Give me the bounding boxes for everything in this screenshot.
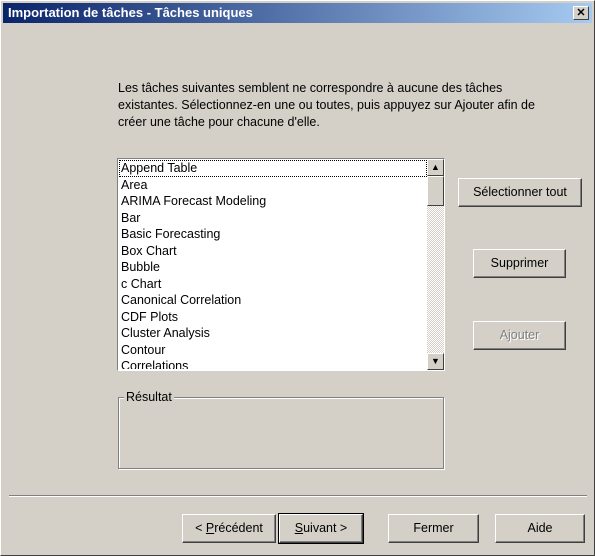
task-list-item[interactable]: Bubble [119, 259, 427, 276]
task-list-item[interactable]: Box Chart [119, 243, 427, 260]
next-mnemonic: S [294, 521, 304, 535]
previous-mnemonic: P [205, 521, 215, 535]
next-button[interactable]: Suivant > [278, 513, 364, 544]
task-list-items: Append Table Area ARIMA Forecast Modeling B… [119, 160, 427, 369]
window-title: Importation de tâches - Tâches uniques [8, 5, 253, 20]
scroll-up-icon[interactable]: ▲ [427, 159, 444, 176]
add-button[interactable]: Ajouter [473, 321, 566, 350]
task-list-item[interactable]: Contour [119, 342, 427, 359]
footer-separator [9, 495, 587, 497]
intro-text: Les tâches suivantes semblent ne corresp… [118, 81, 535, 129]
task-list-item[interactable]: Append Table [119, 160, 427, 177]
previous-button[interactable]: < Précédent [182, 514, 276, 543]
task-list-item[interactable]: Correlations [119, 358, 427, 369]
delete-button[interactable]: Supprimer [473, 249, 566, 278]
title-bar: Importation de tâches - Tâches uniques ✕ [3, 3, 592, 23]
select-all-button[interactable]: Sélectionner tout [458, 178, 582, 207]
import-tasks-dialog: Importation de tâches - Tâches uniques ✕… [0, 0, 595, 556]
task-listbox[interactable]: Append Table Area ARIMA Forecast Modeling B… [117, 158, 445, 371]
help-button[interactable]: Aide [495, 514, 585, 543]
scroll-thumb[interactable] [427, 176, 444, 206]
list-scrollbar[interactable]: ▲ ▼ [427, 159, 444, 370]
task-list-item[interactable]: Cluster Analysis [119, 325, 427, 342]
previous-rest: récédent [214, 521, 263, 535]
result-label: Résultat [124, 389, 174, 405]
close-button[interactable]: Fermer [388, 514, 479, 543]
result-groupbox: Résultat [118, 389, 444, 469]
task-list-item[interactable]: Basic Forecasting [119, 226, 427, 243]
close-icon[interactable]: ✕ [573, 6, 589, 20]
task-list-item[interactable]: CDF Plots [119, 309, 427, 326]
previous-prefix: < [195, 521, 206, 535]
task-list-item[interactable]: Canonical Correlation [119, 292, 427, 309]
task-list-item[interactable]: c Chart [119, 276, 427, 293]
task-list-item[interactable]: Bar [119, 210, 427, 227]
task-list-item[interactable]: ARIMA Forecast Modeling [119, 193, 427, 210]
next-rest: uivant > [303, 521, 348, 535]
task-list-item[interactable]: Area [119, 177, 427, 194]
scroll-down-icon[interactable]: ▼ [427, 353, 444, 370]
